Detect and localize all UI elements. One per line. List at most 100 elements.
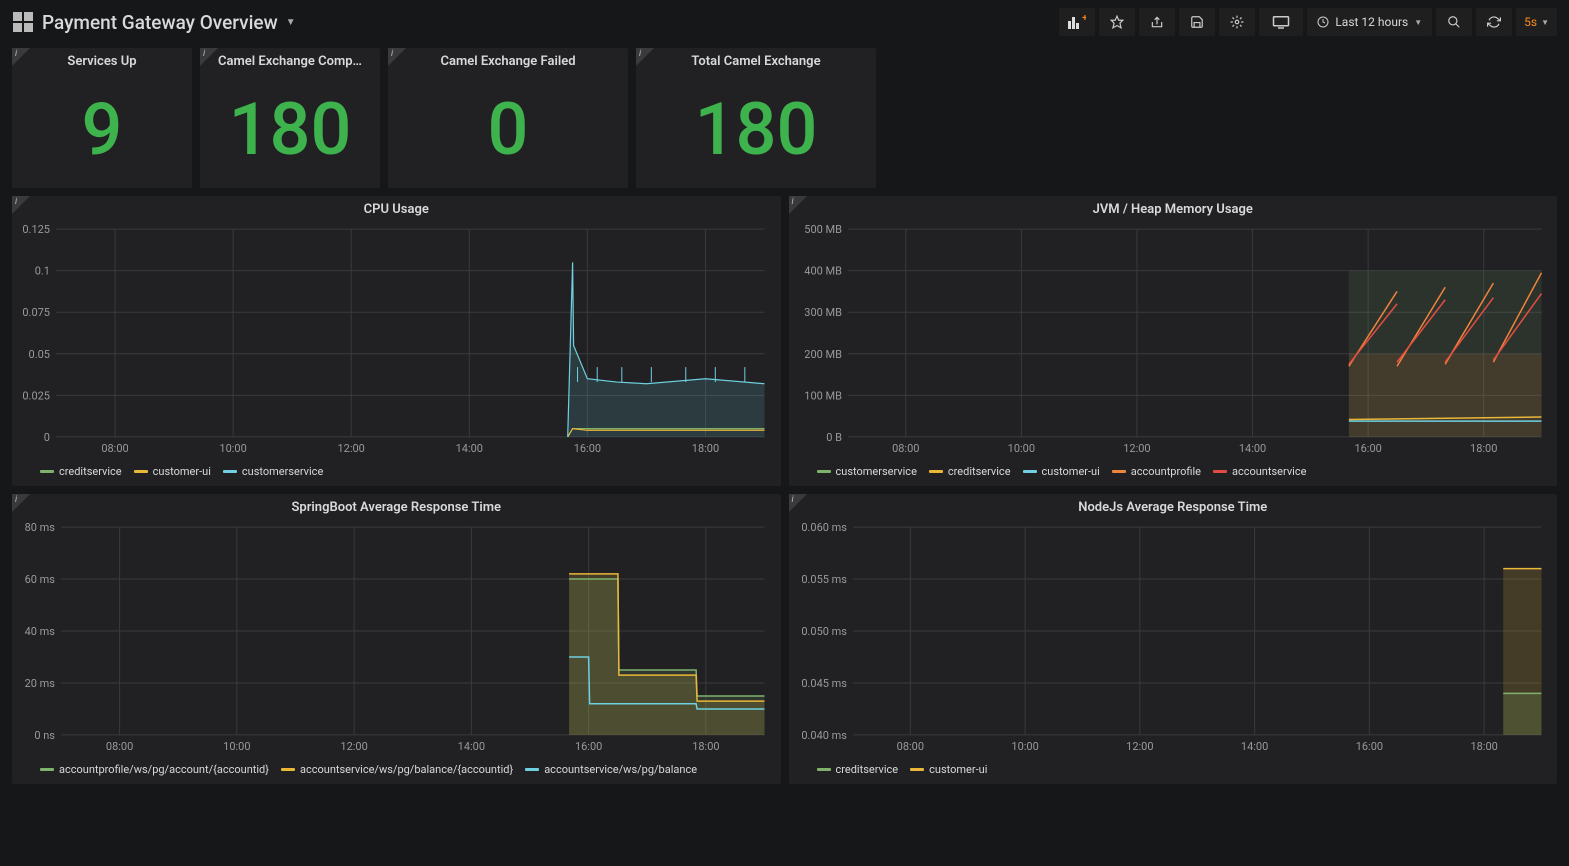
refresh-interval-dropdown[interactable]: 5s ▼	[1516, 8, 1557, 36]
legend-item[interactable]: creditservice	[929, 465, 1011, 478]
share-button[interactable]	[1139, 8, 1175, 36]
svg-text:16:00: 16:00	[1355, 740, 1382, 753]
legend-item[interactable]: accountprofile/ws/pg/account/{accountid}	[40, 763, 269, 776]
svg-text:18:00: 18:00	[1470, 740, 1497, 753]
svg-text:08:00: 08:00	[896, 740, 923, 753]
svg-text:+: +	[1082, 15, 1086, 24]
svg-text:0.050 ms: 0.050 ms	[801, 625, 847, 638]
time-range-label: Last 12 hours	[1335, 15, 1408, 29]
star-button[interactable]	[1099, 8, 1135, 36]
panel-camel-failed[interactable]: Camel Exchange Failed 0	[388, 48, 628, 188]
legend-swatch	[40, 470, 54, 473]
legend-item[interactable]: customerservice	[817, 465, 917, 478]
svg-text:0.025: 0.025	[22, 389, 50, 402]
svg-text:08:00: 08:00	[892, 442, 919, 455]
caret-down-icon: ▼	[1414, 18, 1422, 27]
stat-value: 180	[695, 71, 818, 188]
svg-text:10:00: 10:00	[223, 740, 250, 753]
panel-menu-handle[interactable]	[789, 494, 807, 512]
legend-item[interactable]: accountservice	[1213, 465, 1306, 478]
panel-jvm-memory[interactable]: JVM / Heap Memory Usage 0 B100 MB200 MB3…	[789, 196, 1558, 486]
legend-item[interactable]: creditservice	[817, 763, 899, 776]
svg-text:10:00: 10:00	[219, 442, 246, 455]
panel-services-up[interactable]: Services Up 9	[12, 48, 192, 188]
legend-item[interactable]: customer-ui	[134, 465, 211, 478]
svg-text:14:00: 14:00	[458, 740, 485, 753]
panel-menu-handle[interactable]	[636, 48, 654, 66]
panel-title: Total Camel Exchange	[691, 48, 820, 71]
panel-cpu-usage[interactable]: CPU Usage 00.0250.050.0750.10.12508:0010…	[12, 196, 781, 486]
svg-text:60 ms: 60 ms	[25, 573, 56, 586]
svg-text:12:00: 12:00	[338, 442, 365, 455]
legend-item[interactable]: customerservice	[223, 465, 323, 478]
svg-text:0.045 ms: 0.045 ms	[801, 677, 847, 690]
legend: creditservice customer-ui customerservice	[12, 459, 781, 486]
spring-chart[interactable]: 0 ns20 ms40 ms60 ms80 ms08:0010:0012:001…	[16, 521, 771, 753]
zoom-out-button[interactable]	[1436, 8, 1472, 36]
jvm-chart[interactable]: 0 B100 MB200 MB300 MB400 MB500 MB08:0010…	[793, 223, 1548, 455]
legend-item[interactable]: accountservice/ws/pg/balance/{accountid}	[281, 763, 513, 776]
svg-text:18:00: 18:00	[692, 740, 719, 753]
svg-text:20 ms: 20 ms	[25, 677, 56, 690]
svg-text:12:00: 12:00	[1123, 442, 1150, 455]
svg-text:400 MB: 400 MB	[804, 265, 842, 278]
svg-text:0.075: 0.075	[22, 306, 50, 319]
add-panel-button[interactable]: +	[1059, 8, 1095, 36]
svg-text:14:00: 14:00	[1240, 740, 1267, 753]
svg-text:0.040 ms: 0.040 ms	[801, 729, 847, 742]
legend-item[interactable]: customer-ui	[910, 763, 987, 776]
legend-swatch	[1213, 470, 1227, 473]
legend-label: accountprofile/ws/pg/account/{accountid}	[59, 763, 269, 776]
svg-text:200 MB: 200 MB	[804, 348, 842, 361]
node-chart[interactable]: 0.040 ms0.045 ms0.050 ms0.055 ms0.060 ms…	[793, 521, 1548, 753]
clock-icon	[1317, 16, 1329, 28]
legend-item[interactable]: creditservice	[40, 465, 122, 478]
panel-title: Camel Exchange Failed	[440, 48, 575, 71]
panel-camel-completed[interactable]: Camel Exchange Comp… 180	[200, 48, 380, 188]
panel-menu-handle[interactable]	[388, 48, 406, 66]
legend-swatch	[1112, 470, 1126, 473]
legend: customerservice creditservice customer-ui a…	[789, 459, 1558, 486]
legend-item[interactable]: accountprofile	[1112, 465, 1201, 478]
time-range-picker[interactable]: Last 12 hours ▼	[1307, 8, 1432, 36]
legend-swatch	[929, 470, 943, 473]
save-button[interactable]	[1179, 8, 1215, 36]
legend-label: accountservice	[1232, 465, 1306, 478]
dashboard-title-dropdown[interactable]: Payment Gateway Overview ▼	[42, 11, 296, 34]
panel-nodejs-response[interactable]: NodeJs Average Response Time 0.040 ms0.0…	[789, 494, 1558, 784]
refresh-rate-label: 5s	[1524, 15, 1537, 29]
panel-springboot-response[interactable]: SpringBoot Average Response Time 0 ns20 …	[12, 494, 781, 784]
panel-menu-handle[interactable]	[12, 48, 30, 66]
legend-swatch	[1023, 470, 1037, 473]
legend-swatch	[281, 768, 295, 771]
legend: creditservice customer-ui	[789, 757, 1558, 784]
cycle-view-button[interactable]	[1259, 8, 1303, 36]
svg-text:80 ms: 80 ms	[25, 521, 56, 534]
caret-down-icon: ▼	[1541, 18, 1549, 27]
svg-text:12:00: 12:00	[340, 740, 367, 753]
svg-text:14:00: 14:00	[456, 442, 483, 455]
dashboard-title: Payment Gateway Overview	[42, 11, 278, 34]
svg-text:18:00: 18:00	[1470, 442, 1497, 455]
legend-label: creditservice	[59, 465, 122, 478]
panel-title: CPU Usage	[12, 196, 781, 219]
legend-label: customerservice	[836, 465, 917, 478]
dashboard-icon	[12, 11, 34, 33]
legend-item[interactable]: accountservice/ws/pg/balance	[525, 763, 697, 776]
svg-text:500 MB: 500 MB	[804, 223, 842, 236]
panel-menu-handle[interactable]	[12, 196, 30, 214]
legend-swatch	[817, 470, 831, 473]
panel-menu-handle[interactable]	[200, 48, 218, 66]
panel-title: SpringBoot Average Response Time	[12, 494, 781, 517]
legend-swatch	[910, 768, 924, 771]
legend-swatch	[134, 470, 148, 473]
topbar: Payment Gateway Overview ▼ + Last 12 hou…	[0, 0, 1569, 44]
svg-text:0 B: 0 B	[826, 431, 842, 444]
panel-camel-total[interactable]: Total Camel Exchange 180	[636, 48, 876, 188]
settings-button[interactable]	[1219, 8, 1255, 36]
cpu-chart[interactable]: 00.0250.050.0750.10.12508:0010:0012:0014…	[16, 223, 771, 455]
refresh-button[interactable]	[1476, 8, 1512, 36]
panel-menu-handle[interactable]	[12, 494, 30, 512]
legend-item[interactable]: customer-ui	[1023, 465, 1100, 478]
panel-menu-handle[interactable]	[789, 196, 807, 214]
